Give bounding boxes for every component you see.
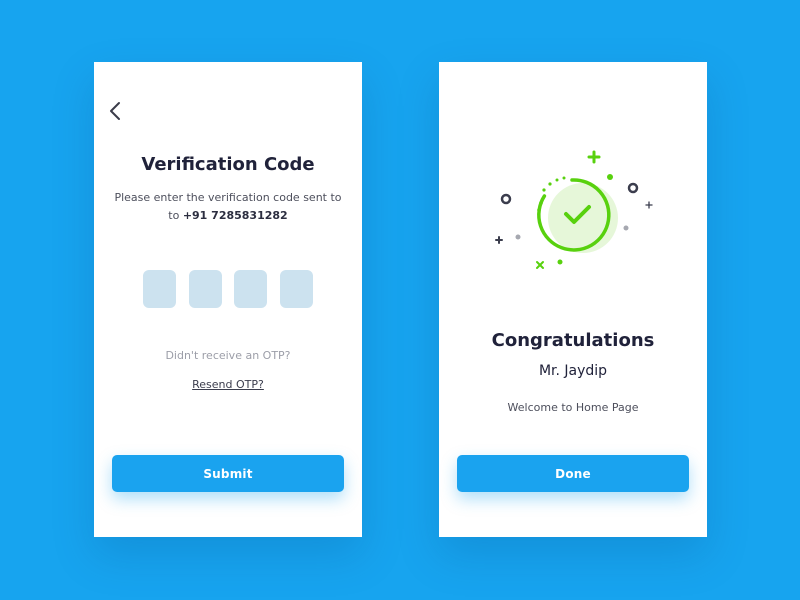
page-title: Verification Code — [141, 154, 315, 175]
otp-digit-4[interactable] — [279, 270, 313, 308]
ring-decoration — [500, 193, 512, 205]
ring-decoration — [627, 182, 639, 194]
verification-screen: Verification Code Please enter the verif… — [94, 62, 362, 537]
sparkle-decoration — [645, 201, 653, 209]
back-button[interactable] — [104, 96, 128, 126]
no-otp-text: Didn't receive an OTP? — [165, 349, 291, 362]
phone-number: +91 7285831282 — [182, 209, 288, 222]
check-circle-icon — [495, 150, 653, 269]
success-screen: Congratulations Mr. Jaydip Welcome to Ho… — [439, 62, 707, 537]
done-button[interactable]: Done — [457, 455, 689, 492]
submit-button[interactable]: Submit — [112, 455, 344, 492]
resend-otp-link[interactable]: Resend OTP? — [94, 378, 362, 391]
success-title: Congratulations — [491, 330, 655, 351]
description-prefix: to — [168, 209, 183, 222]
plus-decoration-dark — [495, 236, 503, 244]
chevron-left-icon — [110, 102, 120, 120]
plus-decoration-green — [587, 150, 601, 164]
description-text: Please enter the verification code sent … — [114, 191, 342, 204]
otp-input-group — [143, 270, 313, 308]
otp-digit-1[interactable] — [143, 270, 176, 308]
user-name: Mr. Jaydip — [538, 363, 608, 379]
x-decoration-green — [536, 261, 544, 269]
otp-digit-3[interactable] — [234, 270, 268, 308]
otp-digit-2[interactable] — [188, 270, 222, 308]
verification-description: Please enter the verification code sent … — [114, 189, 342, 225]
welcome-text: Welcome to Home Page — [507, 401, 639, 414]
